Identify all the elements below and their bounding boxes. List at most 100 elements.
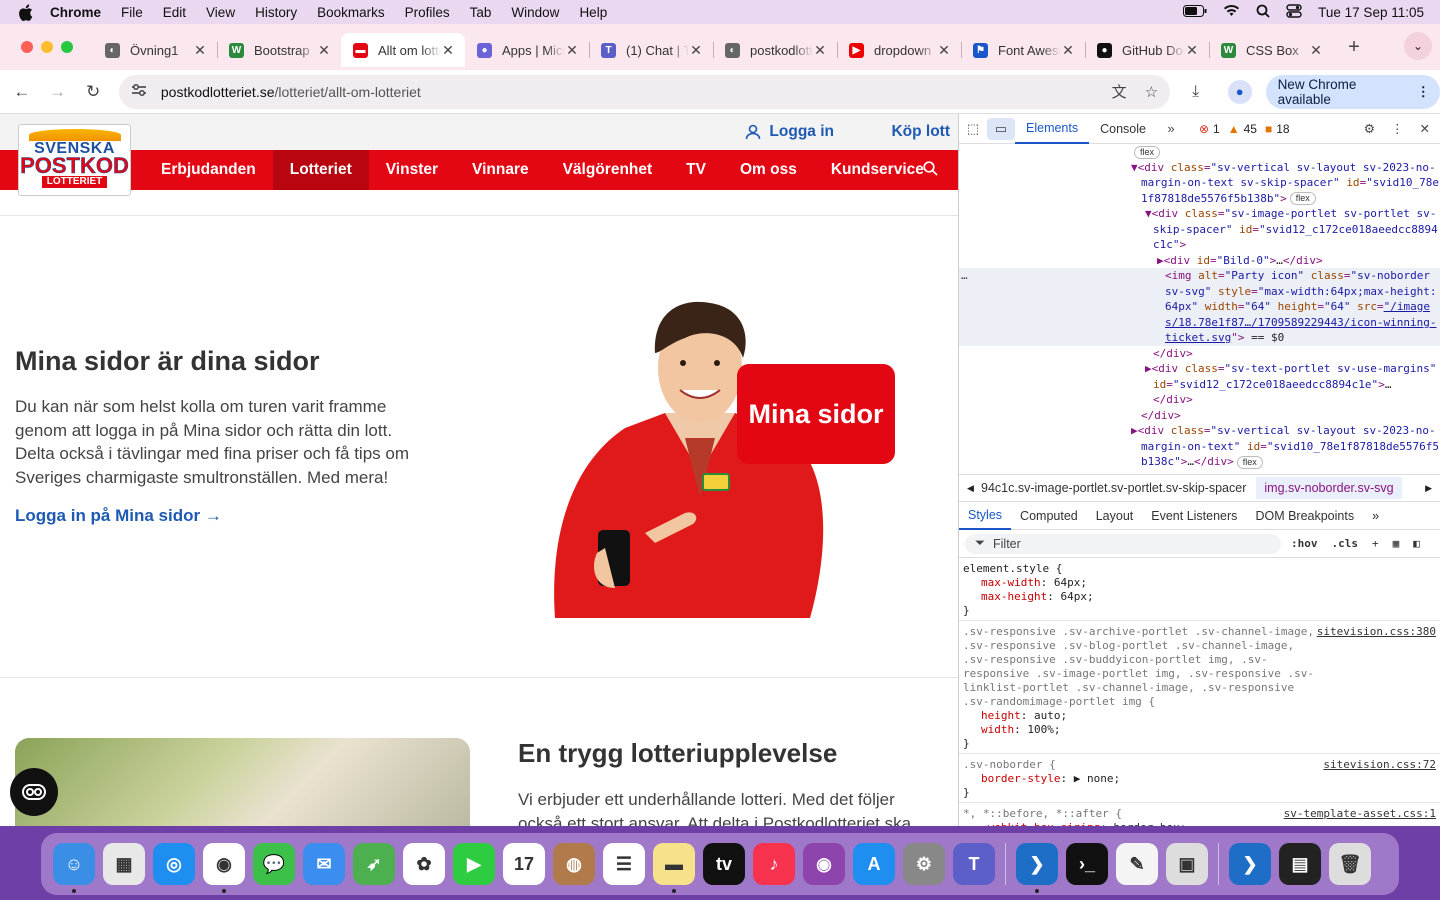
inspect-element-icon[interactable]: ⬚ (959, 121, 987, 137)
styles-filter-input[interactable]: ⏷ Filter (965, 533, 1281, 554)
dock-vs-code-icon[interactable]: ❯ (1016, 843, 1058, 893)
dock-safari-icon[interactable]: ◎ (153, 843, 195, 885)
dock-photos-icon[interactable]: ✿ (403, 843, 445, 885)
more-style-tabs-icon[interactable]: » (1363, 502, 1388, 530)
dock-vs-code-2-icon[interactable]: ❯ (1229, 843, 1271, 885)
menu-help[interactable]: Help (579, 5, 607, 20)
menu-view[interactable]: View (206, 5, 235, 20)
translate-icon[interactable]: 文 (1112, 81, 1127, 102)
close-tab-icon[interactable]: ✕ (1061, 42, 1075, 59)
more-tabs-icon[interactable]: » (1157, 121, 1185, 136)
download-icon[interactable]: ⤓ (1192, 83, 1216, 101)
forward-button[interactable]: → (40, 82, 76, 102)
close-tab-icon[interactable]: ✕ (441, 42, 455, 59)
css-rule[interactable]: element.style {max-width: 64px; max-heigh… (959, 558, 1440, 621)
dock-podcasts-icon[interactable]: ◉ (803, 843, 845, 885)
tab-search-button[interactable]: ⌄ (1404, 32, 1432, 60)
nav-kundservice[interactable]: Kundservice (814, 150, 941, 190)
close-tab-icon[interactable]: ✕ (317, 42, 331, 59)
chrome-update-button[interactable]: New Chrome available ⋮ (1265, 74, 1440, 109)
wifi-icon[interactable] (1223, 4, 1240, 20)
dock-trash-icon[interactable]: 🗑 (1329, 843, 1371, 885)
close-window-button[interactable] (21, 41, 33, 53)
site-search-icon[interactable] (923, 160, 938, 180)
tab-layout[interactable]: Layout (1087, 502, 1143, 530)
dock-textedit-icon[interactable]: ✎ (1116, 843, 1158, 885)
menu-window[interactable]: Window (511, 5, 559, 20)
dock-facetime-icon[interactable]: ▶ (453, 843, 495, 885)
menu-edit[interactable]: Edit (163, 5, 186, 20)
crumb-scroll-right-icon[interactable]: ▶ (1425, 483, 1432, 494)
login-link[interactable]: Logga in (745, 123, 834, 141)
dock-reminders-icon[interactable]: ☰ (603, 843, 645, 885)
css-declaration[interactable]: width: 100%; (963, 723, 1436, 737)
css-declaration[interactable]: max-height: 64px; (963, 590, 1436, 604)
issue-counters[interactable]: ⊗ 1 ▲ 45 ■ 18 (1199, 122, 1290, 136)
site-info-icon[interactable] (131, 83, 151, 100)
dock-teams-icon[interactable]: T (953, 843, 995, 885)
nav-vinster[interactable]: Vinster (369, 150, 455, 190)
browser-tab[interactable]: ◐ postkodlotteriet✕ (713, 33, 837, 67)
close-tab-icon[interactable]: ✕ (813, 42, 827, 59)
menu-app-name[interactable]: Chrome (50, 5, 101, 20)
css-declaration[interactable]: -webkit-box-sizing: border-box; (963, 821, 1436, 826)
zoom-window-button[interactable] (61, 41, 73, 53)
new-rule-icon[interactable]: + (1372, 537, 1379, 550)
dock-terminal-icon[interactable]: ›_ (1066, 843, 1108, 885)
minimize-window-button[interactable] (41, 41, 53, 53)
close-tab-icon[interactable]: ✕ (1185, 42, 1199, 59)
dock-notes-icon[interactable]: ▬ (653, 843, 695, 893)
rule-source-link[interactable]: sv-template-asset.css:1 (1284, 807, 1436, 821)
close-tab-icon[interactable]: ✕ (937, 42, 951, 59)
dock-contacts-icon[interactable]: ◍ (553, 843, 595, 885)
nav-lotteriet[interactable]: Lotteriet (272, 150, 369, 190)
nav-vinnare[interactable]: Vinnare (455, 150, 546, 190)
flex-badge[interactable]: flex (1134, 145, 1161, 159)
crumb-scroll-left-icon[interactable]: ◀ (967, 483, 974, 494)
flex-badge[interactable]: flex (1289, 192, 1316, 205)
tab-computed[interactable]: Computed (1011, 502, 1087, 530)
menu-tab[interactable]: Tab (470, 5, 492, 20)
breadcrumb-parent[interactable]: 94c1c.sv-image-portlet.sv-portlet.sv-ski… (981, 481, 1246, 495)
postkodlotteriet-logo[interactable]: SVENSKA POSTKOD LOTTERIET (18, 124, 131, 196)
dock-tv-icon[interactable]: tv (703, 843, 745, 885)
dock-finder-icon[interactable]: ☺ (53, 843, 95, 893)
browser-tab[interactable]: ● GitHub Docs✕ (1085, 33, 1209, 67)
bookmark-star-icon[interactable]: ☆ (1145, 83, 1158, 101)
menu-profiles[interactable]: Profiles (405, 5, 450, 20)
css-declaration[interactable]: border-style: ▶ none; (963, 772, 1436, 786)
cookie-settings-button[interactable] (10, 768, 58, 816)
css-rule[interactable]: sitevision.css:380 .sv-responsive .sv-arc… (959, 621, 1440, 754)
dom-tree[interactable]: flex ▼<div class="sv-vertical sv-layout … (959, 144, 1440, 474)
settings-gear-icon[interactable]: ⚙ (1364, 121, 1375, 136)
toggle-sidebar-icon[interactable]: ◧ (1413, 537, 1420, 550)
dock-settings-icon[interactable]: ⚙ (903, 843, 945, 885)
browser-tab[interactable]: ● Apps | Microsoft✕ (465, 33, 589, 67)
breadcrumb-current[interactable]: img.sv-noborder.sv-svg (1256, 477, 1402, 499)
devtools-menu-icon[interactable]: ⋮ (1391, 121, 1404, 136)
css-declaration[interactable]: max-width: 64px; (963, 576, 1436, 590)
nav-valgorenhet[interactable]: Välgörenhet (546, 150, 670, 190)
close-tab-icon[interactable]: ✕ (1309, 42, 1323, 59)
close-tab-icon[interactable]: ✕ (565, 42, 579, 59)
dock-chrome-icon[interactable]: ◉ (203, 843, 245, 893)
close-tab-icon[interactable]: ✕ (689, 42, 703, 59)
address-bar[interactable]: postkodlotteriet.se/lotteriet/allt-om-lo… (118, 74, 1171, 109)
device-toolbar-icon[interactable]: ▭ (987, 117, 1015, 140)
new-tab-button[interactable]: + (1339, 36, 1369, 59)
more-menu-icon[interactable]: ⋮ (1416, 84, 1430, 100)
dock-maps-icon[interactable]: ➶ (353, 843, 395, 885)
tab-dom-breakpoints[interactable]: DOM Breakpoints (1246, 502, 1363, 530)
browser-tab[interactable]: W CSS Box ✕ (1209, 33, 1333, 67)
cls-toggle[interactable]: .cls (1332, 537, 1359, 550)
tab-event-listeners[interactable]: Event Listeners (1142, 502, 1246, 530)
nav-erbjudanden[interactable]: Erbjudanden (144, 150, 273, 190)
rule-source-link[interactable]: sitevision.css:380 (1317, 625, 1436, 639)
reload-button[interactable]: ↻ (75, 82, 111, 102)
menu-bookmarks[interactable]: Bookmarks (317, 5, 385, 20)
tab-elements[interactable]: Elements (1015, 114, 1090, 144)
nav-om-oss[interactable]: Om oss (723, 150, 814, 190)
profile-avatar-icon[interactable]: ● (1227, 79, 1252, 104)
flex-badge[interactable]: flex (1236, 455, 1263, 469)
browser-tab[interactable]: ▶ dropdown ✕ (837, 33, 961, 67)
